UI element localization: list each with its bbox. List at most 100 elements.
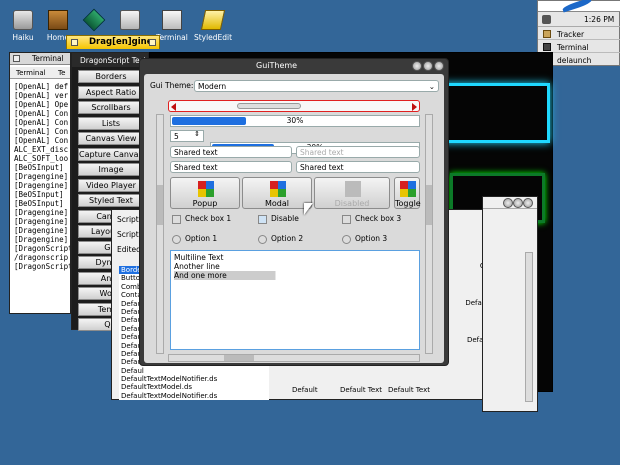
lists-file-item[interactable]: Borde xyxy=(119,266,142,275)
popup-icon xyxy=(198,181,214,197)
window-close-icon[interactable] xyxy=(71,39,78,46)
dstest-button[interactable]: Canvas View xyxy=(78,132,144,145)
text-field-1[interactable]: Shared text xyxy=(170,146,292,158)
deskbar-clock[interactable]: 1:26 PM xyxy=(584,15,614,24)
terminal-line: [Dragengine] xyxy=(14,208,69,217)
dstest-button[interactable]: Capture Canvas View xyxy=(78,147,144,161)
desktop-icon-computer[interactable] xyxy=(108,10,152,33)
radio-1[interactable]: Option 1 xyxy=(172,234,217,244)
deskbar-tray: 1:26 PM xyxy=(538,13,620,27)
close-icon[interactable] xyxy=(13,55,20,62)
checkbox-3-box[interactable] xyxy=(342,214,351,224)
horizontal-scrollbar[interactable] xyxy=(168,100,420,112)
right-scroll-thumb[interactable] xyxy=(426,185,432,225)
dstest-button[interactable]: Styled Text xyxy=(78,194,144,207)
guitheme-titlebar[interactable]: GuiTheme xyxy=(140,59,448,73)
haiku-disk-icon xyxy=(13,10,33,30)
maximize-button[interactable] xyxy=(513,198,523,208)
close-button[interactable] xyxy=(523,198,533,208)
guitheme-window: GuiTheme Gui Theme: Modern ⌄ 30% 5⇕ 30% … xyxy=(139,58,449,366)
dstest-titlebar[interactable]: DragonScript Test xyxy=(72,53,148,67)
text-field-3[interactable]: Shared text xyxy=(170,161,292,173)
spin-field[interactable]: 5 ⇕ xyxy=(170,130,204,142)
dstest-button[interactable]: Lists xyxy=(78,116,144,130)
popup-button[interactable]: Popup xyxy=(170,177,240,209)
progress-bar-1-fill xyxy=(172,117,247,125)
scroll-thumb[interactable] xyxy=(237,103,301,109)
zoom-icon[interactable] xyxy=(149,39,156,46)
radio-3-dot[interactable] xyxy=(342,234,351,244)
terminal-line: [Dragengine] xyxy=(14,217,69,226)
modal-button[interactable]: Modal xyxy=(242,177,312,209)
terminal-line: [OpenAL] Ope xyxy=(14,100,69,109)
radio-2-dot[interactable] xyxy=(258,234,267,244)
deskbar-logo[interactable] xyxy=(538,0,620,13)
dstest-button[interactable]: Borders xyxy=(78,70,144,83)
theme-select[interactable]: Modern ⌄ xyxy=(194,80,439,92)
terminal-line: [OpenAL] ver xyxy=(14,91,69,100)
dstest-button[interactable]: Video Player xyxy=(78,178,144,192)
checkbox-disable-box[interactable] xyxy=(258,214,267,224)
dstest-button[interactable]: Aspect Ratio xyxy=(78,85,144,99)
guitheme-minimize-button[interactable] xyxy=(412,61,422,71)
terminal-line: [OpenAL] Con xyxy=(14,118,69,127)
lists-right-titlebar[interactable] xyxy=(483,197,537,209)
right-scrollbar[interactable] xyxy=(425,114,433,354)
lists-bottom-label: Default xyxy=(292,386,318,394)
lists-file-item[interactable]: Defaul xyxy=(119,367,269,375)
checkbox-1[interactable]: Check box 1 xyxy=(172,214,231,224)
lists-bottom-row: Default Default Text Default Text xyxy=(282,386,482,400)
terminal-line: [Dragengine] xyxy=(14,226,69,235)
lists-file-item[interactable]: DefaultTextModel.ds xyxy=(119,383,269,391)
progress-bar-1: 30% xyxy=(170,115,420,127)
checkbox-1-box[interactable] xyxy=(172,214,181,224)
bottom-scrollbar[interactable] xyxy=(168,354,420,362)
dragengine-title: Drag[en]gine xyxy=(89,37,153,47)
deskbar-item-tracker[interactable]: Tracker xyxy=(538,28,620,40)
guitheme-maximize-button[interactable] xyxy=(423,61,433,71)
disabled-icon xyxy=(345,181,361,197)
terminal-line: /dragonscrip xyxy=(14,253,69,262)
lists-bottom-label: Default Text xyxy=(340,386,382,394)
text-field-4[interactable]: Shared text xyxy=(296,161,420,173)
terminal-line: [OpenAL] Con xyxy=(14,136,69,145)
disabled-button: Disabled xyxy=(314,177,390,209)
checkbox-3[interactable]: Check box 3 xyxy=(342,214,401,224)
terminal-line: [BeOSInput] xyxy=(14,163,64,172)
lists-right-scrollbar[interactable] xyxy=(525,252,533,402)
multiline-text-area[interactable]: Multiline Text Another line And one more xyxy=(170,250,420,350)
terminal-tab-2[interactable]: Te xyxy=(58,69,65,77)
desktop-icon-styled-edit[interactable]: StyledEdit xyxy=(190,10,236,42)
radio-3[interactable]: Option 3 xyxy=(342,234,387,244)
terminal-line: [OpenAL] def xyxy=(14,82,69,91)
scroll-right-arrow-icon[interactable] xyxy=(412,103,417,111)
terminal-titlebar[interactable]: Terminal xyxy=(10,53,70,65)
multiline-line-1: Multiline Text xyxy=(174,253,224,262)
package-icon xyxy=(82,8,106,32)
tracker-icon xyxy=(543,30,551,38)
terminal-tab-1[interactable]: Terminal xyxy=(16,69,46,77)
spin-arrows-icon[interactable]: ⇕ xyxy=(194,130,200,139)
dragengine-tab[interactable]: Drag[en]gine xyxy=(66,35,160,49)
multiline-line-3: And one more xyxy=(174,271,416,280)
checkbox-disable[interactable]: Disable xyxy=(258,214,299,224)
lists-file-item[interactable]: DefaultTextModelNotifier.ds xyxy=(119,392,269,400)
left-scroll-thumb[interactable] xyxy=(157,185,163,225)
guitheme-close-button[interactable] xyxy=(434,61,444,71)
terminal-output[interactable]: [OpenAL] def [OpenAL] ver [OpenAL] Ope [Ope… xyxy=(14,82,70,312)
scroll-left-arrow-icon[interactable] xyxy=(171,103,176,111)
left-scrollbar[interactable] xyxy=(156,114,164,354)
tray-app-icon[interactable] xyxy=(542,15,551,24)
multiline-line-2: Another line xyxy=(174,262,220,271)
radio-2[interactable]: Option 2 xyxy=(258,234,303,244)
dstest-button[interactable]: Scrollbars xyxy=(78,101,144,114)
dstest-button[interactable]: Image xyxy=(78,163,144,176)
radio-1-dot[interactable] xyxy=(172,234,181,244)
minimize-button[interactable] xyxy=(503,198,513,208)
lists-file-item[interactable]: DefaultTextModelNotifier.ds xyxy=(119,375,269,383)
mouse-cursor-icon xyxy=(304,203,313,215)
toggle-button[interactable]: Toggle xyxy=(394,177,421,209)
terminal-line: ALC_SOFT_loo xyxy=(14,154,69,163)
theme-label: Gui Theme: xyxy=(150,81,194,90)
bottom-scroll-thumb[interactable] xyxy=(224,355,254,361)
